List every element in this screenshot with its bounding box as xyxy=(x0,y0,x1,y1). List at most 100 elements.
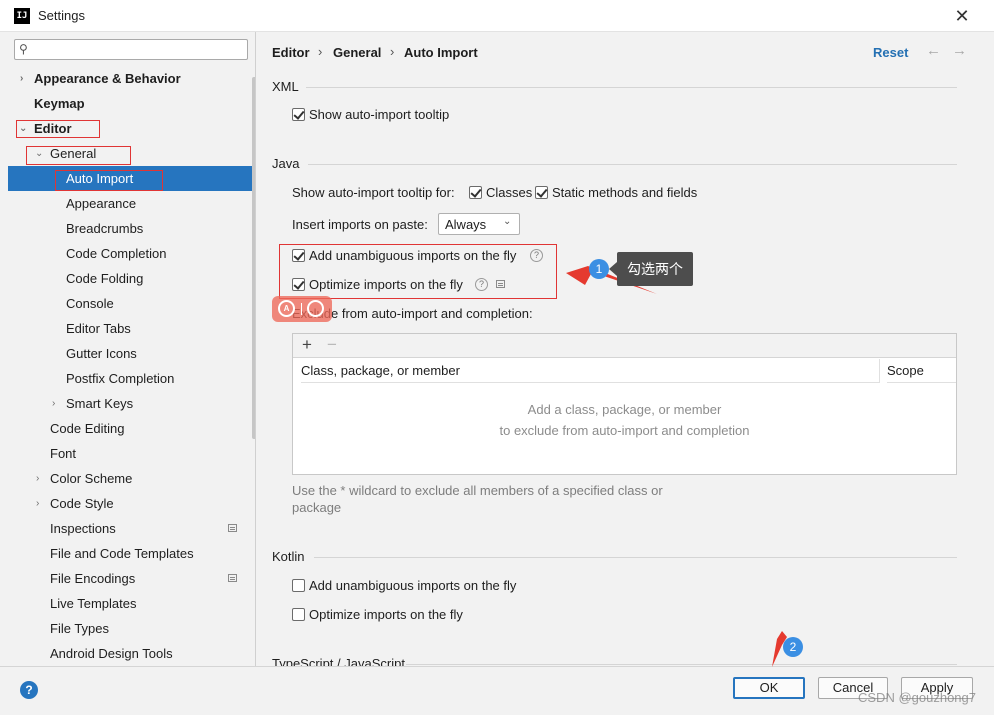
circle-icon[interactable] xyxy=(307,300,324,317)
add-icon[interactable]: + xyxy=(297,335,317,355)
section-title-typescript: TypeScript / JavaScript xyxy=(272,656,405,666)
breadcrumb-general[interactable]: General xyxy=(333,45,381,60)
breadcrumb-editor[interactable]: Editor xyxy=(272,45,310,60)
checkbox[interactable] xyxy=(292,249,305,262)
project-settings-icon xyxy=(496,280,505,288)
translate-icon[interactable]: A xyxy=(278,300,295,317)
checkbox[interactable] xyxy=(292,608,305,621)
sidebar-item-editor-tabs[interactable]: Editor Tabs xyxy=(8,316,244,341)
sidebar-item-file-code-templates[interactable]: File and Code Templates xyxy=(8,541,244,566)
sidebar-item-color-scheme[interactable]: › Color Scheme xyxy=(8,466,244,491)
sidebar-item-appearance[interactable]: Appearance xyxy=(8,191,244,216)
forward-arrow-icon[interactable]: → xyxy=(952,42,967,59)
sidebar-item-label: Editor Tabs xyxy=(66,321,131,336)
floating-translate-widget[interactable]: A xyxy=(272,296,332,322)
sidebar-item-label: Keymap xyxy=(34,96,85,111)
sidebar-item-label: Live Templates xyxy=(50,596,137,611)
column-header-member[interactable]: Class, package, or member xyxy=(301,359,879,383)
section-title-kotlin: Kotlin xyxy=(272,549,305,564)
settings-search-box[interactable]: ⚲ xyxy=(14,39,248,60)
checkbox-label: Optimize imports on the fly xyxy=(309,277,463,292)
checkbox[interactable] xyxy=(292,278,305,291)
sidebar-item-label: Appearance xyxy=(66,196,137,211)
sidebar-item-gutter-icons[interactable]: Gutter Icons xyxy=(8,341,244,366)
search-icon: ⚲ xyxy=(19,42,28,56)
divider xyxy=(301,303,302,315)
empty-table-text-line2: to exclude from auto-import and completi… xyxy=(499,423,750,438)
wildcard-hint-line2: package xyxy=(292,500,342,515)
sidebar-item-postfix-completion[interactable]: Postfix Completion xyxy=(8,366,244,391)
wildcard-hint-line1: Use the * wildcard to exclude all member… xyxy=(292,483,663,498)
sidebar-item-file-encodings[interactable]: File Encodings xyxy=(8,566,244,591)
settings-search-input[interactable] xyxy=(37,41,243,58)
chevron-right-icon: › xyxy=(52,398,56,409)
sidebar-item-label: File and Code Templates xyxy=(50,546,194,561)
chevron-down-icon: ⌄ xyxy=(35,148,44,159)
step-badge-2: 2 xyxy=(783,637,803,657)
sidebar-item-android-design-tools[interactable]: Android Design Tools xyxy=(8,641,244,666)
sidebar-item-live-templates[interactable]: Live Templates xyxy=(8,591,244,616)
sidebar-item-editor[interactable]: ⌄ Editor xyxy=(8,116,244,141)
sidebar-item-font[interactable]: Font xyxy=(8,441,244,466)
sidebar-item-auto-import[interactable]: Auto Import xyxy=(8,166,255,191)
ok-button[interactable]: OK xyxy=(733,677,805,699)
help-icon[interactable]: ? xyxy=(530,249,543,262)
back-arrow-icon[interactable]: ← xyxy=(926,42,941,59)
sidebar-item-label: Code Completion xyxy=(66,246,167,261)
sidebar-item-label: General xyxy=(50,146,97,161)
settings-content: Editor › General › Auto Import Reset ← →… xyxy=(255,32,986,666)
insert-on-paste-label: Insert imports on paste: xyxy=(292,217,428,232)
dropdown-value: Always xyxy=(445,217,487,232)
settings-window: IJ Settings ✕ ⚲ › Appearance & Behavior … xyxy=(0,0,994,715)
checkbox[interactable] xyxy=(535,186,548,199)
breadcrumb-separator: › xyxy=(390,44,395,59)
sidebar-item-breadcrumbs[interactable]: Breadcrumbs xyxy=(8,216,244,241)
sidebar-item-label: Appearance & Behavior xyxy=(34,71,181,86)
intellij-app-icon: IJ xyxy=(14,8,30,24)
checkbox[interactable] xyxy=(292,579,305,592)
checkbox[interactable] xyxy=(469,186,482,199)
sidebar-item-file-types[interactable]: File Types xyxy=(8,616,244,641)
chevron-right-icon: › xyxy=(20,73,24,84)
sidebar-item-smart-keys[interactable]: › Smart Keys xyxy=(8,391,244,416)
step-badge-1: 1 xyxy=(589,259,609,279)
dialog-footer: ? OK Cancel Apply xyxy=(0,666,994,715)
settings-sidebar: ⚲ › Appearance & Behavior Keymap ⌄ Edito… xyxy=(8,32,255,666)
insert-on-paste-dropdown[interactable]: Always ⌄ xyxy=(438,213,520,235)
sidebar-item-keymap[interactable]: Keymap xyxy=(8,91,244,116)
column-header-scope[interactable]: Scope xyxy=(887,359,956,383)
sidebar-item-general[interactable]: ⌄ General xyxy=(8,141,244,166)
java-optimize-imports-option[interactable]: Optimize imports on the fly ? xyxy=(292,277,522,295)
sidebar-item-label: Editor xyxy=(34,121,72,136)
section-divider xyxy=(314,557,957,558)
sidebar-item-appearance-behavior[interactable]: › Appearance & Behavior xyxy=(8,66,244,91)
checkbox[interactable] xyxy=(292,108,305,121)
java-add-unambiguous-option[interactable]: Add unambiguous imports on the fly ? xyxy=(292,248,552,266)
tooltip-for-label: Show auto-import tooltip for: xyxy=(292,185,455,200)
sidebar-item-label: Gutter Icons xyxy=(66,346,137,361)
sidebar-item-console[interactable]: Console xyxy=(8,291,244,316)
section-divider xyxy=(308,164,957,165)
sidebar-item-code-editing[interactable]: Code Editing xyxy=(8,416,244,441)
sidebar-item-code-style[interactable]: › Code Style xyxy=(8,491,244,516)
sidebar-item-label: Console xyxy=(66,296,114,311)
close-icon[interactable]: ✕ xyxy=(950,4,974,28)
sidebar-item-code-folding[interactable]: Code Folding xyxy=(8,266,244,291)
chevron-right-icon: › xyxy=(36,473,40,484)
sidebar-item-label: Code Folding xyxy=(66,271,144,286)
section-divider xyxy=(406,664,957,665)
reset-link[interactable]: Reset xyxy=(873,45,908,60)
sidebar-item-inspections[interactable]: Inspections xyxy=(8,516,244,541)
window-title: Settings xyxy=(38,8,85,23)
sidebar-item-label: Breadcrumbs xyxy=(66,221,144,236)
chevron-right-icon: › xyxy=(36,498,40,509)
sidebar-item-code-completion[interactable]: Code Completion xyxy=(8,241,244,266)
sidebar-item-label: Code Style xyxy=(50,496,114,511)
help-icon[interactable]: ? xyxy=(20,681,38,699)
chevron-down-icon: ⌄ xyxy=(503,216,512,227)
breadcrumb-separator: › xyxy=(318,44,323,59)
remove-icon[interactable]: − xyxy=(322,335,342,355)
help-icon[interactable]: ? xyxy=(475,278,488,291)
breadcrumb-auto-import: Auto Import xyxy=(404,45,478,60)
sidebar-item-label: Auto Import xyxy=(66,171,134,186)
